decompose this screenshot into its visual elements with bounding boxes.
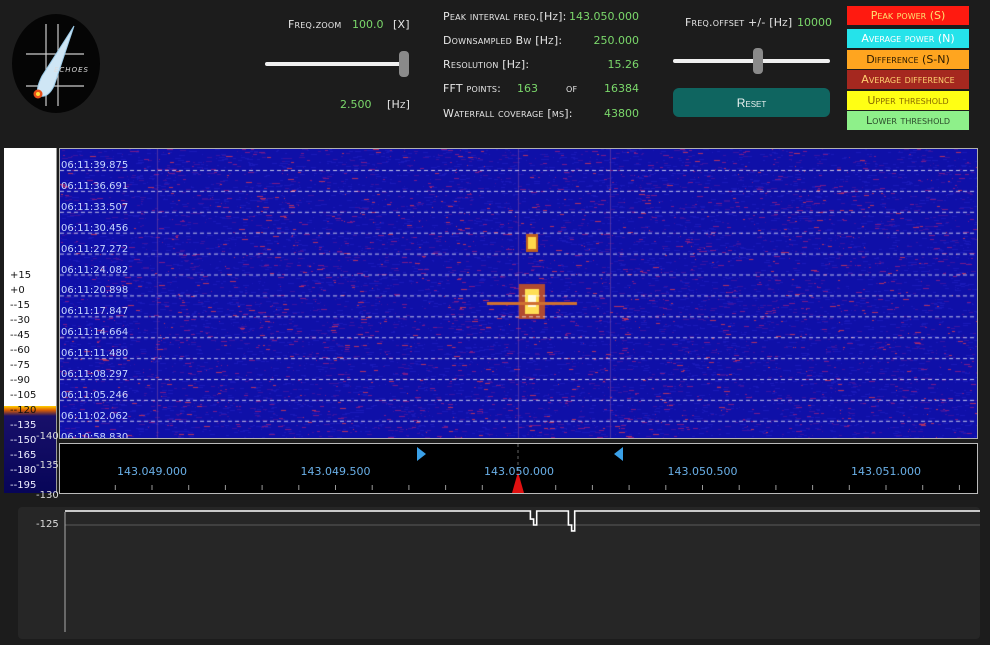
waterfall-coverage-value: 43800 bbox=[604, 107, 639, 120]
echoes-logo: ECHOES bbox=[12, 14, 100, 113]
logo-graphic bbox=[26, 24, 84, 106]
frequency-label: 143.049.500 bbox=[300, 465, 371, 478]
scale-label: --75 bbox=[10, 360, 30, 371]
plot-y-label: -135 bbox=[36, 460, 59, 472]
freq-offset-slider-track[interactable] bbox=[673, 59, 830, 63]
legend-average-difference[interactable]: Average difference bbox=[847, 70, 969, 89]
plot-y-label: -140 bbox=[36, 431, 59, 442]
freq-offset-label: Freq.offset +/- [Hz] bbox=[685, 16, 793, 29]
power-plot-panel: -125 -130 -135 -140 bbox=[18, 431, 980, 639]
logo-text: ECHOES bbox=[54, 66, 89, 74]
scale-label: --150 bbox=[10, 435, 37, 446]
legend-lower-threshold[interactable]: Lower threshold bbox=[847, 111, 969, 130]
power-series-line bbox=[65, 510, 980, 532]
waterfall-canvas bbox=[60, 149, 977, 438]
freq-offset-slider-thumb[interactable] bbox=[753, 48, 763, 74]
waterfall-timestamp: 06:11:08.297 bbox=[61, 369, 129, 380]
bandwidth-right-arrow bbox=[614, 447, 623, 461]
fft-points-of: of bbox=[566, 82, 578, 95]
plot-y-label: -130 bbox=[36, 489, 59, 501]
bandwidth-left-arrow bbox=[417, 447, 426, 461]
waterfall-timestamp: 06:10:58.830 bbox=[61, 431, 129, 439]
legend-average-power[interactable]: Average power (N) bbox=[847, 29, 969, 48]
legend-difference[interactable]: Difference (S-N) bbox=[847, 50, 969, 69]
waterfall-display[interactable]: 06:11:39.875 06:11:36.691 06:11:33.507 06:1… bbox=[59, 148, 978, 439]
waterfall-timestamp: 06:11:24.082 bbox=[61, 264, 129, 276]
waterfall-timestamp: 06:11:33.507 bbox=[61, 201, 129, 213]
fft-points-value: 163 bbox=[517, 82, 538, 95]
downsampled-bw-value: 250.000 bbox=[593, 34, 640, 47]
frequency-label: 143.051.000 bbox=[851, 465, 921, 478]
scale-label: --120 bbox=[10, 405, 37, 416]
waterfall-timestamp: 06:11:39.875 bbox=[61, 160, 129, 171]
waterfall-coverage-label: Waterfall coverage [ms]: bbox=[443, 107, 573, 120]
waterfall-timestamp: 06:11:27.272 bbox=[61, 243, 129, 255]
freq-zoom-hz-unit: [Hz] bbox=[387, 98, 411, 111]
scale-label: --165 bbox=[10, 450, 37, 461]
peak-freq-value: 143.050.000 bbox=[569, 10, 639, 23]
waterfall-timestamp: 06:11:14.664 bbox=[61, 327, 129, 339]
freq-zoom-value: 100.0 bbox=[352, 18, 384, 31]
waterfall-timestamp: 06:11:30.456 bbox=[61, 222, 129, 234]
scale-label: --60 bbox=[10, 345, 30, 356]
scale-label: --135 bbox=[10, 420, 37, 431]
plot-y-label: -125 bbox=[36, 519, 59, 530]
scale-label: --90 bbox=[10, 375, 30, 386]
frequency-label: 143.049.000 bbox=[117, 465, 187, 478]
waterfall-timestamp: 06:11:36.691 bbox=[61, 180, 129, 192]
legend-peak-power[interactable]: Peak power (S) bbox=[847, 6, 969, 25]
freq-zoom-hz-value: 2.500 bbox=[340, 98, 372, 111]
freq-zoom-slider-track[interactable] bbox=[265, 62, 408, 66]
waterfall-timestamp: 06:11:17.847 bbox=[61, 306, 129, 318]
freq-zoom-slider-thumb[interactable] bbox=[399, 51, 409, 77]
scale-label: --45 bbox=[10, 330, 30, 341]
freq-zoom-label: Freq.zoom bbox=[288, 18, 342, 31]
frequency-label: 143.050.000 bbox=[484, 465, 554, 478]
scale-label: +15 bbox=[10, 270, 32, 281]
downsampled-bw-label: Downsampled Bw [Hz]: bbox=[443, 34, 563, 47]
waterfall-timestamp: 06:11:02.062 bbox=[61, 410, 129, 422]
scale-label: --15 bbox=[10, 300, 30, 311]
resolution-label: Resolution [Hz]: bbox=[443, 58, 530, 71]
reset-button[interactable]: Reset bbox=[673, 88, 830, 117]
scale-label: +0 bbox=[10, 285, 25, 296]
scale-label: --195 bbox=[10, 480, 37, 491]
frequency-axis[interactable]: 143.049.000 143.049.500 143.050.000 143.050… bbox=[59, 443, 978, 494]
freq-offset-value: 10000 bbox=[797, 16, 832, 29]
scale-label: --180 bbox=[10, 465, 37, 476]
resolution-value: 15.26 bbox=[607, 58, 640, 71]
frequency-label: 143.050.500 bbox=[667, 465, 738, 478]
waterfall-timestamp: 06:11:05.246 bbox=[61, 389, 129, 401]
waterfall-timestamp: 06:11:11.480 bbox=[61, 348, 129, 360]
scale-label: --105 bbox=[10, 390, 37, 401]
fft-points-total: 16384 bbox=[604, 82, 639, 95]
power-plot bbox=[64, 510, 980, 632]
scale-label: --30 bbox=[10, 315, 30, 326]
fft-points-label: FFT points: bbox=[443, 82, 502, 95]
waterfall-timestamp: 06:11:20.898 bbox=[61, 285, 129, 297]
freq-zoom-unit: [X] bbox=[393, 18, 410, 31]
legend-upper-threshold[interactable]: Upper threshold bbox=[847, 91, 969, 110]
